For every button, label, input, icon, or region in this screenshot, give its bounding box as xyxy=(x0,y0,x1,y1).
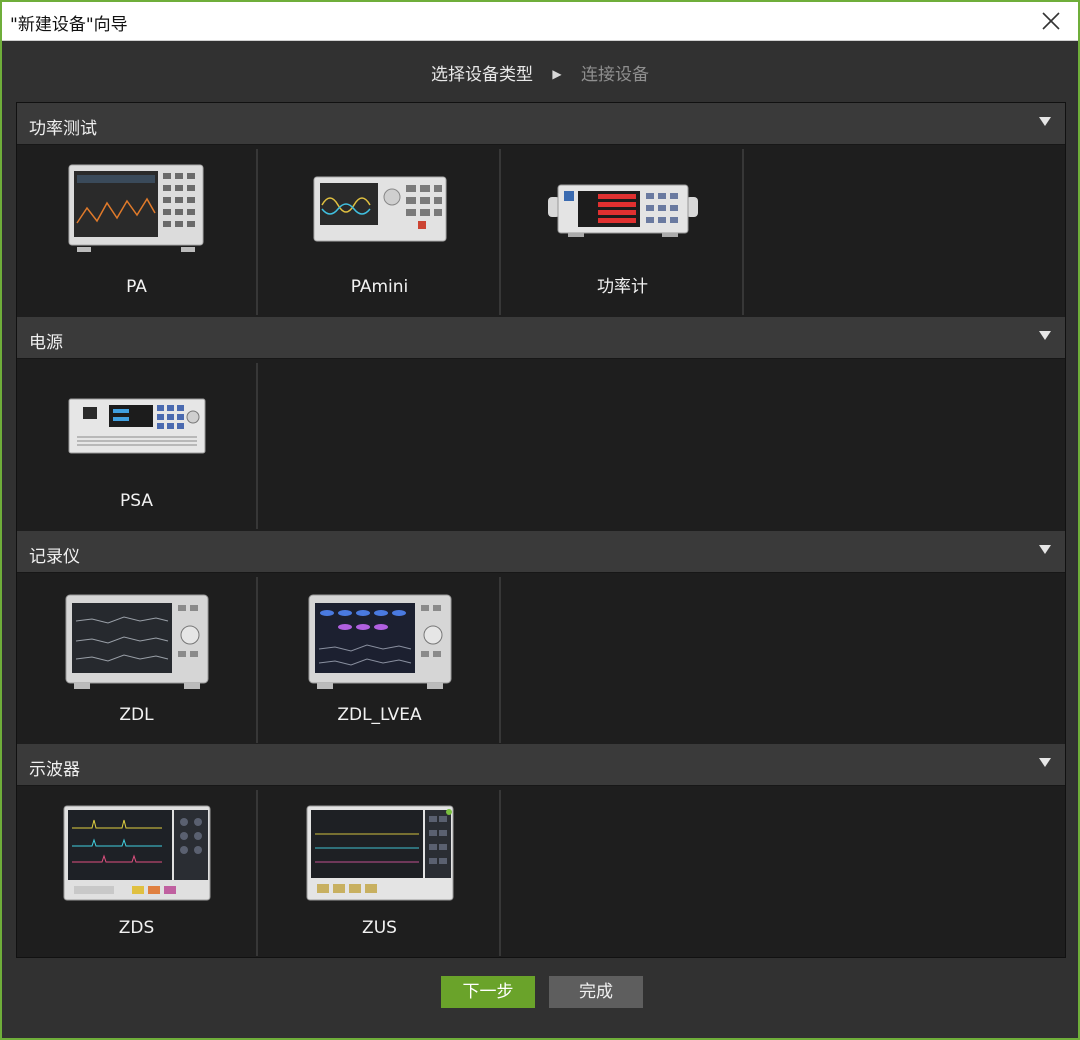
section-title: 电源 xyxy=(29,333,63,353)
device-row-recorder: ZDL ZDL_LVEA xyxy=(17,573,1065,743)
close-icon[interactable] xyxy=(1038,8,1064,34)
section-header-oscilloscope[interactable]: 示波器 xyxy=(17,744,1065,786)
device-label: ZDL_LVEA xyxy=(337,705,422,725)
device-card-pamini[interactable]: PAmini xyxy=(260,149,501,315)
collapse-caret-icon[interactable] xyxy=(1039,545,1051,554)
section-header-recorder[interactable]: 记录仪 xyxy=(17,531,1065,573)
window-title: "新建设备"向导 xyxy=(10,15,128,35)
device-label: ZUS xyxy=(362,918,397,938)
power-supply-icon xyxy=(68,398,205,454)
section-title: 示波器 xyxy=(29,760,80,780)
step-connect-device: 连接设备 xyxy=(581,65,650,85)
collapse-caret-icon[interactable] xyxy=(1039,758,1051,767)
device-label: PSA xyxy=(120,491,153,511)
device-card-zds[interactable]: ZDS xyxy=(17,790,258,956)
device-label: ZDS xyxy=(118,918,155,938)
device-label: 功率计 xyxy=(597,277,648,297)
collapse-caret-icon[interactable] xyxy=(1039,331,1051,340)
power-meter-icon xyxy=(547,184,698,237)
device-card-power-meter[interactable]: 功率计 xyxy=(503,149,744,315)
section-header-power-supply[interactable]: 电源 xyxy=(17,317,1065,359)
device-row-oscilloscope: ZDS ZUS xyxy=(17,786,1065,956)
device-card-zus[interactable]: ZUS xyxy=(260,790,501,956)
oscilloscope-zus-icon xyxy=(306,805,453,901)
next-button[interactable]: 下一步 xyxy=(441,976,535,1008)
device-card-zdl-lvea[interactable]: ZDL_LVEA xyxy=(260,577,501,743)
device-label: ZDL xyxy=(119,705,154,725)
wizard-steps: 选择设备类型 ▶ 连接设备 xyxy=(2,60,1078,85)
data-recorder-lvea-icon xyxy=(308,594,451,689)
device-label: PAmini xyxy=(350,277,409,297)
device-card-psa[interactable]: PSA xyxy=(17,363,258,529)
device-label: PA xyxy=(126,277,147,297)
section-header-power-test[interactable]: 功率测试 xyxy=(17,103,1065,145)
section-title: 记录仪 xyxy=(29,547,80,567)
section-title: 功率测试 xyxy=(29,119,97,139)
power-analyzer-icon xyxy=(68,164,203,252)
device-type-list: 功率测试 PA PAmini 功率计 电源 PSA 记录仪 ZDL ZDL_LV… xyxy=(16,102,1066,958)
device-card-pa[interactable]: PA xyxy=(17,149,258,315)
device-row-power-supply: PSA xyxy=(17,359,1065,529)
step-arrow-icon: ▶ xyxy=(552,67,562,81)
collapse-caret-icon[interactable] xyxy=(1039,117,1051,126)
finish-button[interactable]: 完成 xyxy=(549,976,643,1008)
power-analyzer-mini-icon xyxy=(313,176,446,242)
title-bar: "新建设备"向导 xyxy=(2,2,1078,41)
oscilloscope-icon xyxy=(63,805,210,901)
device-card-zdl[interactable]: ZDL xyxy=(17,577,258,743)
wizard-window: "新建设备"向导 选择设备类型 ▶ 连接设备 功率测试 PA PAmini 功率… xyxy=(0,0,1080,1040)
step-select-type: 选择设备类型 xyxy=(430,65,533,85)
data-recorder-icon xyxy=(65,594,208,689)
device-row-power-test: PA PAmini 功率计 xyxy=(17,145,1065,315)
